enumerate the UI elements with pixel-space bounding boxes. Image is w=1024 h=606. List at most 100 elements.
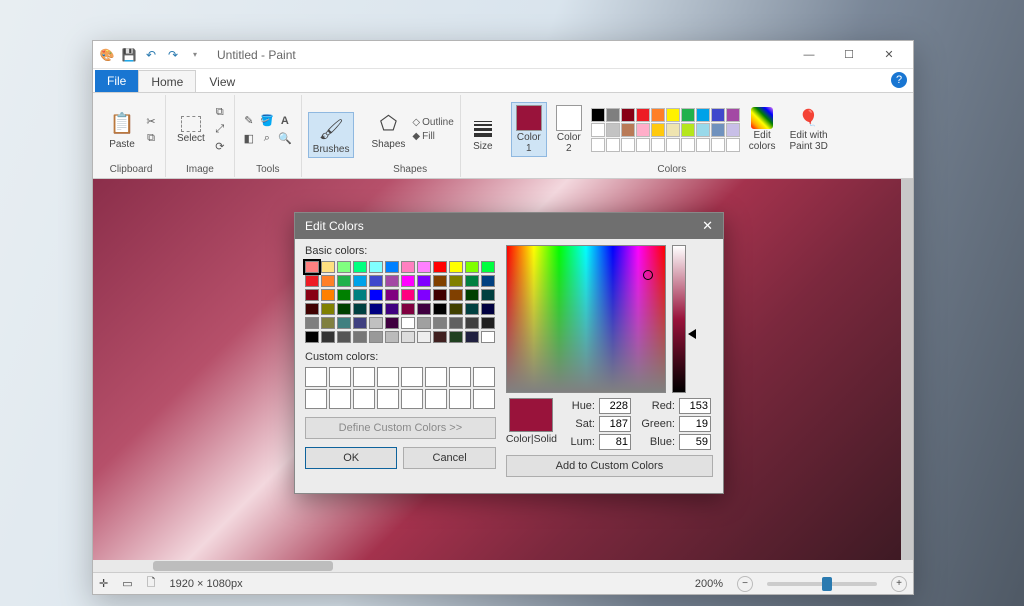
basic-color-swatch[interactable] (321, 261, 335, 273)
custom-color-slot[interactable] (377, 367, 399, 387)
basic-color-swatch[interactable] (337, 317, 351, 329)
help-icon[interactable]: ? (891, 72, 907, 88)
palette-swatch[interactable] (696, 123, 710, 137)
basic-color-swatch[interactable] (417, 261, 431, 273)
basic-color-swatch[interactable] (305, 261, 319, 273)
zoom-out-button[interactable]: − (737, 576, 753, 592)
shapes-button[interactable]: ⬠ Shapes (366, 107, 410, 153)
maximize-button[interactable]: ☐ (829, 43, 869, 67)
zoom-icon[interactable]: 🔍 (277, 131, 293, 147)
tab-view[interactable]: View (196, 70, 248, 92)
basic-color-swatch[interactable] (465, 317, 479, 329)
zoom-in-button[interactable]: + (891, 576, 907, 592)
custom-color-slot[interactable] (305, 367, 327, 387)
custom-colors-grid[interactable] (305, 367, 496, 409)
palette-swatch[interactable] (666, 108, 680, 122)
basic-color-swatch[interactable] (305, 275, 319, 287)
palette-swatch[interactable] (681, 108, 695, 122)
basic-color-swatch[interactable] (401, 303, 415, 315)
palette-swatch[interactable] (651, 123, 665, 137)
basic-color-swatch[interactable] (401, 331, 415, 343)
define-custom-button[interactable]: Define Custom Colors >> (305, 417, 496, 439)
rotate-icon[interactable]: ⟳ (212, 139, 228, 155)
custom-color-slot[interactable] (353, 367, 375, 387)
palette-swatch[interactable] (696, 108, 710, 122)
horizontal-scrollbar[interactable] (93, 560, 913, 572)
sat-input[interactable] (599, 416, 631, 432)
undo-icon[interactable]: ↶ (141, 45, 161, 65)
palette-swatch[interactable] (606, 138, 620, 152)
hue-sat-field[interactable] (506, 245, 666, 393)
basic-color-swatch[interactable] (305, 331, 319, 343)
palette-swatch[interactable] (591, 138, 605, 152)
basic-color-swatch[interactable] (417, 275, 431, 287)
basic-color-swatch[interactable] (449, 317, 463, 329)
basic-colors-grid[interactable] (305, 261, 496, 343)
crosshair-icon[interactable] (643, 270, 653, 280)
basic-color-swatch[interactable] (481, 275, 495, 287)
basic-color-swatch[interactable] (353, 303, 367, 315)
basic-color-swatch[interactable] (449, 331, 463, 343)
basic-color-swatch[interactable] (321, 317, 335, 329)
basic-color-swatch[interactable] (353, 261, 367, 273)
palette-swatch[interactable] (591, 108, 605, 122)
basic-color-swatch[interactable] (401, 289, 415, 301)
basic-color-swatch[interactable] (321, 303, 335, 315)
custom-color-slot[interactable] (329, 389, 351, 409)
basic-color-swatch[interactable] (417, 331, 431, 343)
basic-color-swatch[interactable] (353, 331, 367, 343)
paint3d-button[interactable]: 🎈 Edit with Paint 3D (784, 104, 832, 155)
basic-color-swatch[interactable] (385, 331, 399, 343)
palette-swatch[interactable] (651, 138, 665, 152)
basic-color-swatch[interactable] (449, 275, 463, 287)
ok-button[interactable]: OK (305, 447, 397, 469)
blue-input[interactable] (679, 434, 711, 450)
crop-icon[interactable]: ⧉ (212, 105, 228, 121)
basic-color-swatch[interactable] (417, 317, 431, 329)
cut-icon[interactable]: ✂ (143, 113, 159, 129)
zoom-thumb[interactable] (822, 577, 832, 591)
palette-swatch[interactable] (606, 123, 620, 137)
basic-color-swatch[interactable] (449, 261, 463, 273)
basic-color-swatch[interactable] (433, 289, 447, 301)
palette-swatch[interactable] (621, 138, 635, 152)
basic-color-swatch[interactable] (353, 275, 367, 287)
save-icon[interactable]: 💾 (119, 45, 139, 65)
tab-file[interactable]: File (95, 70, 138, 92)
hue-input[interactable] (599, 398, 631, 414)
basic-color-swatch[interactable] (401, 261, 415, 273)
qat-dropdown-icon[interactable]: ▾ (185, 45, 205, 65)
basic-color-swatch[interactable] (417, 289, 431, 301)
custom-color-slot[interactable] (377, 389, 399, 409)
color2-button[interactable]: Color 2 (551, 102, 587, 157)
palette-swatch[interactable] (726, 138, 740, 152)
basic-color-swatch[interactable] (433, 331, 447, 343)
basic-color-swatch[interactable] (385, 275, 399, 287)
basic-color-swatch[interactable] (465, 303, 479, 315)
basic-color-swatch[interactable] (481, 261, 495, 273)
brushes-button[interactable]: 🖌 Brushes (308, 112, 355, 158)
scrollbar-thumb[interactable] (153, 561, 333, 571)
zoom-slider[interactable] (767, 582, 877, 586)
pencil-icon[interactable]: ✎ (241, 113, 257, 129)
palette-swatch[interactable] (681, 123, 695, 137)
tab-home[interactable]: Home (138, 70, 196, 92)
basic-color-swatch[interactable] (433, 317, 447, 329)
palette-swatch[interactable] (696, 138, 710, 152)
basic-color-swatch[interactable] (337, 289, 351, 301)
custom-color-slot[interactable] (425, 367, 447, 387)
basic-color-swatch[interactable] (465, 331, 479, 343)
cancel-button[interactable]: Cancel (403, 447, 495, 469)
custom-color-slot[interactable] (449, 389, 471, 409)
custom-color-slot[interactable] (473, 389, 495, 409)
basic-color-swatch[interactable] (401, 275, 415, 287)
fill-shape-icon[interactable]: ◆ (412, 131, 420, 142)
add-custom-button[interactable]: Add to Custom Colors (506, 455, 713, 477)
basic-color-swatch[interactable] (369, 317, 383, 329)
basic-color-swatch[interactable] (337, 303, 351, 315)
basic-color-swatch[interactable] (337, 331, 351, 343)
custom-color-slot[interactable] (449, 367, 471, 387)
green-input[interactable] (679, 416, 711, 432)
luminance-strip[interactable] (672, 245, 686, 393)
red-input[interactable] (679, 398, 711, 414)
